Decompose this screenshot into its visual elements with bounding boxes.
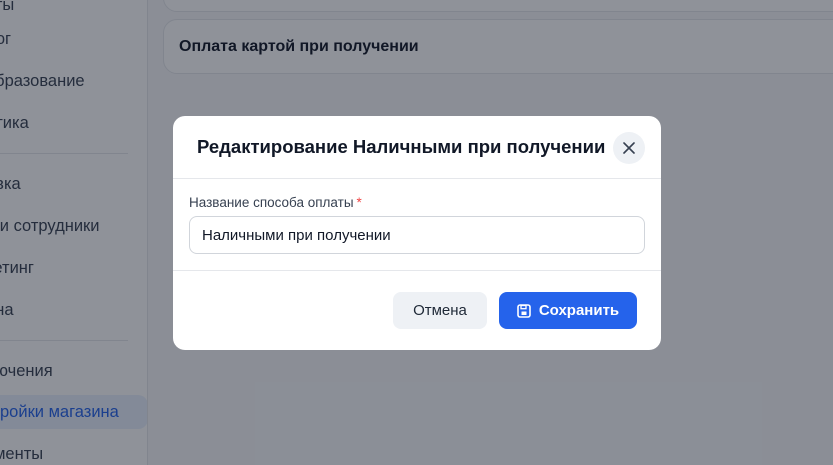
required-mark: * — [356, 195, 362, 210]
modal-title: Редактирование Наличными при получении — [197, 136, 606, 157]
payment-name-label: Название способа оплаты * — [189, 195, 362, 210]
payment-name-label-text: Название способа оплаты — [189, 195, 354, 210]
cancel-button-label: Отмена — [413, 302, 467, 319]
save-button[interactable]: Сохранить — [499, 292, 637, 329]
close-button[interactable] — [613, 132, 645, 164]
cancel-button[interactable]: Отмена — [393, 292, 487, 329]
payment-name-input[interactable] — [189, 216, 645, 254]
save-icon — [517, 303, 531, 318]
save-button-label: Сохранить — [538, 302, 620, 319]
modal-header: Редактирование Наличными при получении — [173, 116, 661, 179]
close-icon — [623, 142, 635, 154]
modal-footer-divider — [173, 270, 661, 271]
edit-payment-modal: Редактирование Наличными при получении Н… — [173, 116, 661, 350]
